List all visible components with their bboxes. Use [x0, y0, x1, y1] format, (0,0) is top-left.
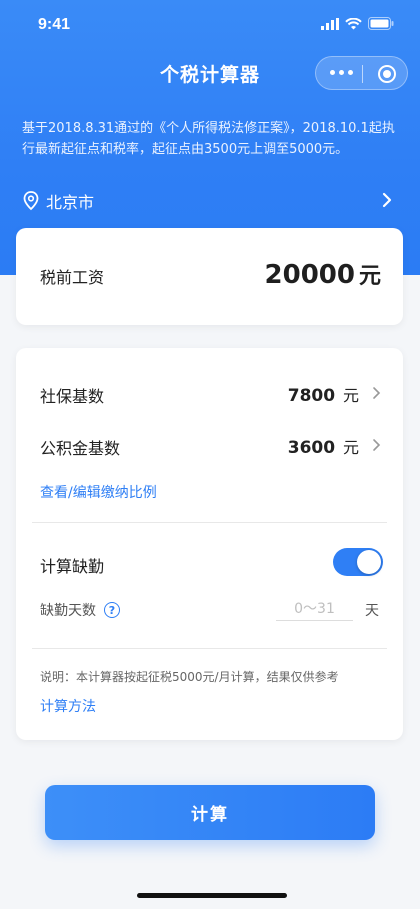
more-icon[interactable] — [330, 70, 353, 75]
disclaimer-note: 说明：本计算器按起征税5000元/月计算，结果仅供参考 — [40, 670, 339, 684]
salary-unit: 元 — [358, 264, 381, 289]
salary-amount: 20000 — [264, 260, 355, 290]
capsule-divider — [361, 65, 363, 83]
salary-label: 税前工资 — [40, 268, 105, 287]
edit-ratio-link[interactable]: 查看/编辑缴纳比例 — [40, 482, 157, 502]
chevron-right-icon[interactable] — [372, 386, 381, 400]
close-target-icon[interactable] — [378, 65, 396, 83]
housing-fund-value[interactable]: 3600 元 — [288, 434, 359, 458]
chevron-right-icon — [382, 192, 392, 208]
absence-label: 计算缺勤 — [40, 557, 105, 576]
divider — [32, 648, 387, 649]
social-base-label: 社保基数 — [40, 387, 105, 406]
policy-notice: 基于2018.8.31通过的《个人所得税法修正案》，2018.10.1起执行最新… — [22, 121, 395, 157]
absence-days-input[interactable] — [276, 597, 353, 621]
status-time: 9:41 — [38, 16, 71, 33]
social-base-unit: 元 — [342, 386, 359, 405]
housing-fund-label: 公积金基数 — [40, 439, 121, 458]
status-bar: 9:41 — [0, 0, 420, 50]
absence-toggle[interactable] — [333, 548, 383, 576]
help-icon[interactable]: ? — [104, 602, 120, 618]
calculate-button[interactable]: 计算 — [45, 785, 375, 840]
social-base-amount: 7800 — [287, 386, 336, 406]
location-pin-icon — [23, 191, 39, 211]
divider — [32, 522, 387, 523]
salary-value[interactable]: 20000 元 — [265, 258, 381, 290]
days-unit: 天 — [365, 603, 379, 619]
miniprogram-capsule[interactable] — [315, 56, 408, 90]
city-name: 北京市 — [46, 193, 95, 212]
settings-card: 社保基数 7800 元 公积金基数 3600 元 查看/编辑缴纳比例 计算缺勤 … — [16, 348, 403, 740]
home-indicator — [137, 893, 287, 898]
social-base-value[interactable]: 7800 元 — [288, 382, 359, 406]
absence-days-text: 缺勤天数 — [40, 603, 96, 619]
location-selector[interactable]: 北京市 — [22, 188, 398, 214]
calculation-method-link[interactable]: 计算方法 — [40, 696, 96, 716]
signal-icon — [321, 17, 339, 30]
chevron-right-icon[interactable] — [372, 438, 381, 452]
battery-icon — [368, 17, 394, 30]
wifi-icon — [345, 17, 362, 29]
status-icons — [321, 17, 394, 30]
absence-days-label: 缺勤天数 ? — [40, 600, 120, 620]
housing-fund-amount: 3600 — [287, 438, 336, 458]
housing-fund-unit: 元 — [342, 438, 359, 457]
toggle-knob — [357, 550, 381, 574]
salary-card[interactable]: 税前工资 20000 元 — [16, 228, 403, 325]
